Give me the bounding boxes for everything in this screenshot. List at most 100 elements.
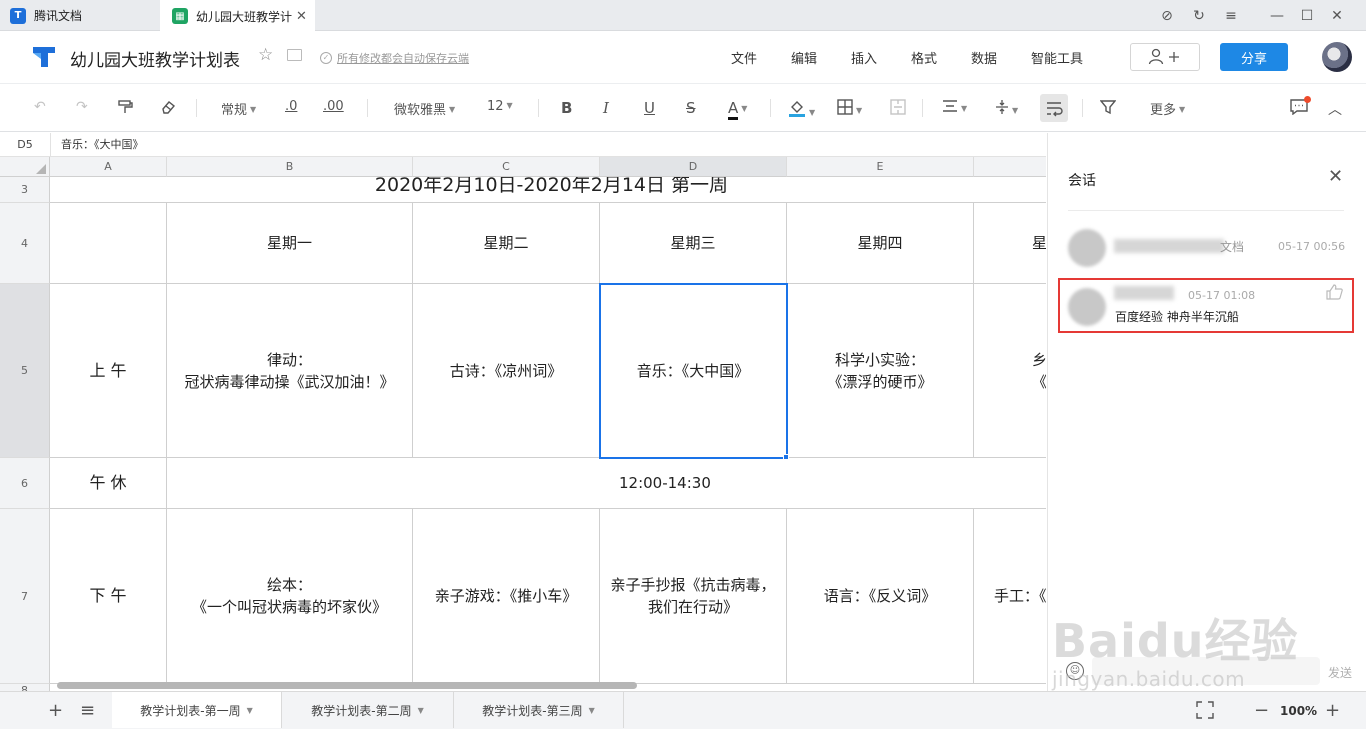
- menu-icon[interactable]: ≡: [1214, 0, 1248, 31]
- tab-tencent-docs-home[interactable]: T 腾讯文档: [10, 0, 160, 31]
- weekday-cell-tuesday[interactable]: 星期二: [413, 203, 600, 284]
- column-header-f[interactable]: [974, 157, 1046, 177]
- afternoon-label-cell[interactable]: 下 午: [50, 509, 167, 684]
- menu-smart-tools[interactable]: 智能工具: [1031, 48, 1083, 67]
- grid-cell[interactable]: 亲子手抄报《抗击病毒， 我们在行动》: [600, 509, 787, 684]
- chevron-down-icon[interactable]: ▼: [247, 706, 253, 715]
- zoom-in-icon[interactable]: +: [1325, 700, 1340, 721]
- column-header-c[interactable]: C: [413, 157, 600, 177]
- grid-cell[interactable]: 律动： 冠状病毒律动操《武汉加油！》: [167, 284, 413, 458]
- menu-file[interactable]: 文件: [731, 48, 757, 67]
- row-header-5[interactable]: 5: [0, 284, 50, 458]
- row-header-7[interactable]: 7: [0, 509, 50, 684]
- grid-cell[interactable]: 科学小实验： 《漂浮的硬币》: [787, 284, 974, 458]
- week-title-cell[interactable]: 2020年2月10日-2020年2月14日 第一周: [50, 177, 1046, 203]
- close-icon[interactable]: ✕: [1328, 166, 1343, 187]
- menu-data[interactable]: 数据: [971, 48, 997, 67]
- tab-close-icon[interactable]: ✕: [296, 9, 307, 24]
- weekday-cell-monday[interactable]: 星期一: [167, 203, 413, 284]
- row-header-8[interactable]: 8: [0, 684, 50, 691]
- sheet-tab-week-1[interactable]: 教学计划表-第一周 ▼: [112, 692, 282, 728]
- grid-cell[interactable]: 古诗：《凉州词》: [413, 284, 600, 458]
- star-icon[interactable]: ☆: [258, 45, 273, 65]
- add-collaborator-button[interactable]: [1130, 43, 1200, 71]
- font-family-dropdown[interactable]: 微软雅黑 ▼: [394, 99, 455, 118]
- undo-icon[interactable]: ↶: [34, 99, 46, 115]
- text-wrap-button[interactable]: [1040, 94, 1068, 122]
- cell-reference[interactable]: D5: [0, 133, 51, 157]
- sheet-tab-week-2[interactable]: 教学计划表-第二周 ▼: [282, 692, 454, 728]
- noon-break-label-cell[interactable]: 午 休: [50, 458, 167, 509]
- column-header-e[interactable]: E: [787, 157, 974, 177]
- horizontal-scrollbar[interactable]: [57, 682, 637, 689]
- thumbs-up-icon[interactable]: [1326, 284, 1343, 304]
- menu-edit[interactable]: 编辑: [791, 48, 817, 67]
- column-header-a[interactable]: A: [50, 157, 167, 177]
- borders-icon[interactable]: ▼: [837, 99, 862, 119]
- zoom-out-icon[interactable]: −: [1254, 700, 1269, 721]
- window-close-icon[interactable]: ✕: [1320, 0, 1354, 31]
- move-folder-icon[interactable]: [287, 49, 302, 61]
- share-button[interactable]: 分享: [1220, 43, 1288, 71]
- font-color-icon[interactable]: A ▼: [728, 99, 747, 120]
- grid-cell[interactable]: [50, 203, 167, 284]
- row-header-3[interactable]: 3: [0, 177, 50, 203]
- grid-cell[interactable]: 绘本： 《一个叫冠状病毒的坏家伙》: [167, 509, 413, 684]
- format-painter-icon[interactable]: [117, 99, 133, 119]
- formula-input[interactable]: 音乐：《大中国》: [61, 133, 144, 157]
- comment-item[interactable]: 文档 05-17 00:56: [1058, 225, 1354, 271]
- weekday-cell-thursday[interactable]: 星期四: [787, 203, 974, 284]
- noon-break-time-cell[interactable]: 12:00-14:30: [167, 458, 1046, 509]
- tab-current-document[interactable]: ▦ 幼儿园大班教学计 ✕: [160, 0, 315, 32]
- morning-label-cell[interactable]: 上 午: [50, 284, 167, 458]
- tencent-docs-logo[interactable]: [30, 45, 58, 69]
- grid-cell[interactable]: 语言：《反义词》: [787, 509, 974, 684]
- more-tools-dropdown[interactable]: 更多 ▼: [1150, 99, 1185, 118]
- fill-handle[interactable]: [783, 454, 789, 460]
- font-size-dropdown[interactable]: 12 ▼: [487, 99, 513, 114]
- increase-decimal-button[interactable]: .00: [323, 99, 344, 114]
- redo-icon[interactable]: ↷: [76, 99, 88, 115]
- merge-cells-icon[interactable]: [890, 99, 906, 119]
- document-title[interactable]: 幼儿园大班教学计划表: [70, 46, 240, 71]
- send-button[interactable]: 发送: [1328, 664, 1352, 681]
- filter-icon[interactable]: [1099, 99, 1117, 119]
- clear-format-icon[interactable]: [160, 99, 176, 119]
- comment-item-highlighted[interactable]: 05-17 01:08 百度经验 神舟半年沉船: [1058, 278, 1354, 333]
- row-header-6[interactable]: 6: [0, 458, 50, 509]
- column-header-d[interactable]: D: [600, 157, 787, 177]
- menu-format[interactable]: 格式: [911, 48, 937, 67]
- bold-icon[interactable]: B: [561, 99, 572, 117]
- add-sheet-icon[interactable]: +: [48, 700, 63, 721]
- chevron-down-icon[interactable]: ▼: [589, 706, 595, 715]
- minimize-icon[interactable]: —: [1260, 0, 1294, 31]
- strikethrough-icon[interactable]: S: [686, 99, 696, 117]
- fullscreen-icon[interactable]: [1196, 701, 1214, 724]
- grid-cell[interactable]: 手工：《: [974, 509, 1046, 684]
- user-avatar[interactable]: [1322, 42, 1352, 72]
- weekday-cell-friday[interactable]: 星: [974, 203, 1046, 284]
- compass-icon[interactable]: ⊘: [1150, 0, 1184, 31]
- chevron-down-icon[interactable]: ▼: [418, 706, 424, 715]
- weekday-cell-wednesday[interactable]: 星期三: [600, 203, 787, 284]
- reply-input[interactable]: [1092, 657, 1320, 685]
- menu-insert[interactable]: 插入: [851, 48, 877, 67]
- zoom-level[interactable]: 100%: [1280, 704, 1317, 718]
- fill-color-icon[interactable]: ▼: [788, 99, 815, 121]
- column-header-b[interactable]: B: [167, 157, 413, 177]
- italic-icon[interactable]: I: [603, 99, 609, 117]
- vertical-align-icon[interactable]: ▼: [995, 99, 1018, 119]
- emoji-icon[interactable]: ☺: [1066, 662, 1084, 680]
- horizontal-align-icon[interactable]: ▼: [942, 99, 967, 117]
- underline-icon[interactable]: U: [644, 99, 655, 117]
- decrease-decimal-button[interactable]: .0: [285, 99, 297, 114]
- grid-cell[interactable]: 亲子游戏：《推小车》: [413, 509, 600, 684]
- sheet-list-icon[interactable]: ≡: [80, 700, 95, 721]
- select-all-corner[interactable]: [0, 157, 50, 177]
- sheet-tab-week-3[interactable]: 教学计划表-第三周 ▼: [454, 692, 624, 728]
- spreadsheet-grid[interactable]: A B C D E 3 4 5 6 7 8 2020年2月10日-2020年2月…: [0, 157, 1046, 691]
- grid-cell[interactable]: 乡 《浴: [974, 284, 1046, 458]
- maximize-icon[interactable]: ☐: [1290, 0, 1324, 31]
- collapse-toolbar-icon[interactable]: ︿: [1328, 99, 1342, 119]
- number-format-dropdown[interactable]: 常规 ▼: [221, 99, 256, 118]
